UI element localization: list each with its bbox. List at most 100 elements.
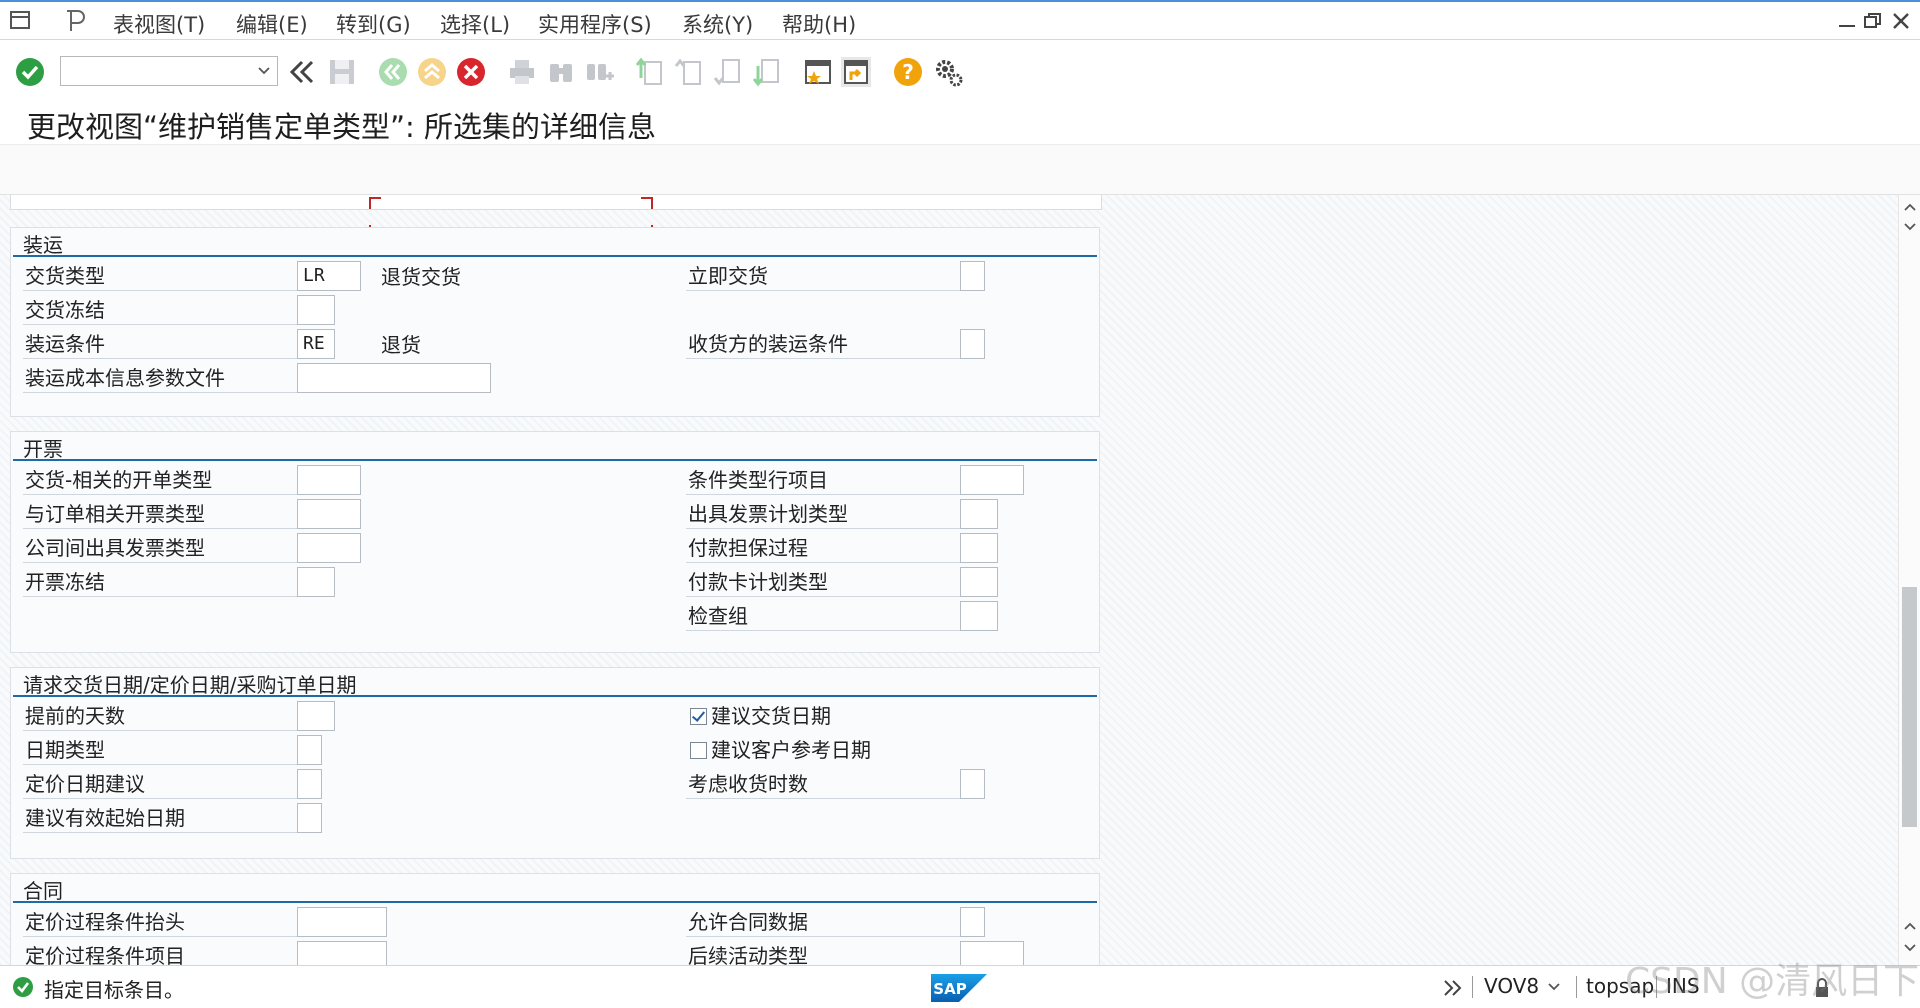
restore-icon[interactable] <box>1862 10 1884 32</box>
condition-type-item-label: 条件类型行项目 <box>686 465 970 495</box>
receiving-times-label: 考虑收货时数 <box>686 769 970 799</box>
payment-card-plan-field[interactable] <box>960 567 998 597</box>
success-check-icon <box>13 977 33 997</box>
group-divider <box>13 695 1097 697</box>
menu-select[interactable]: 选择(L) <box>440 9 510 39</box>
transaction-code: VOV8 <box>1484 974 1540 998</box>
group-title: 开票 <box>23 437 63 461</box>
application-toolbar <box>0 144 1920 195</box>
focus-marker <box>641 197 653 209</box>
propose-customer-reference-date-label: 建议客户参考日期 <box>711 738 871 762</box>
menu-help[interactable]: 帮助(H) <box>782 9 856 39</box>
billing-plan-type-field[interactable] <box>960 499 998 529</box>
pricing-item-label: 定价过程条件项目 <box>23 941 307 965</box>
date-type-field[interactable] <box>297 735 322 765</box>
first-page-icon[interactable] <box>634 56 666 88</box>
back-icon[interactable] <box>377 56 409 88</box>
pricing-item-field[interactable] <box>297 941 387 965</box>
customize-layout-icon[interactable] <box>932 56 964 88</box>
chevron-down-icon[interactable] <box>1546 980 1562 994</box>
allow-contract-data-field[interactable] <box>960 907 985 937</box>
shortcut-icon[interactable] <box>840 56 872 88</box>
pricing-header-label: 定价过程条件抬头 <box>23 907 307 937</box>
exit-icon[interactable] <box>416 56 448 88</box>
immediate-delivery-field[interactable] <box>960 261 985 291</box>
cancel-icon[interactable] <box>455 56 487 88</box>
pricing-date-proposal-field[interactable] <box>297 769 322 799</box>
expand-status-icon[interactable] <box>1442 978 1464 998</box>
menu-utilities[interactable]: 实用程序(S) <box>538 9 652 39</box>
billing-block-field[interactable] <box>297 567 335 597</box>
group-divider <box>13 901 1097 903</box>
command-field[interactable] <box>60 56 278 86</box>
propose-delivery-date-checkbox[interactable] <box>690 708 707 725</box>
propose-customer-reference-date-checkbox[interactable] <box>690 742 707 759</box>
previous-group-bottom <box>10 195 1102 210</box>
menu-goto[interactable]: 转到(G) <box>336 9 411 39</box>
next-page-icon[interactable] <box>712 56 744 88</box>
billing-block-label: 开票冻结 <box>23 567 307 597</box>
close-icon[interactable] <box>1890 10 1912 32</box>
group-title: 请求交货日期/定价日期/采购订单日期 <box>23 673 357 697</box>
valid-from-date-field[interactable] <box>297 803 322 833</box>
scroll-up-icon[interactable] <box>1903 920 1917 932</box>
menu-system[interactable]: 系统(Y) <box>682 9 753 39</box>
last-page-icon[interactable] <box>751 56 783 88</box>
delivery-type-field[interactable]: LR <box>297 261 361 291</box>
chevron-down-icon[interactable] <box>255 61 273 79</box>
find-icon[interactable] <box>545 56 577 88</box>
create-session-icon[interactable] <box>802 56 834 88</box>
scroll-up-icon[interactable] <box>1903 201 1917 213</box>
save-icon[interactable] <box>326 56 358 88</box>
menu-list-icon[interactable] <box>8 8 34 34</box>
check-group-label: 检查组 <box>686 601 970 631</box>
payment-guarantee-field[interactable] <box>960 533 998 563</box>
delivery-block-field[interactable] <box>297 295 335 325</box>
ship-to-conditions-field[interactable] <box>960 329 985 359</box>
help-icon[interactable]: ? <box>892 56 924 88</box>
delivery-block-label: 交货冻结 <box>23 295 307 325</box>
detail-screen: 装运 交货类型 LR 退货交货 立即交货 交货冻结 装运条件 RE 退货 收货方… <box>0 195 1898 965</box>
immediate-delivery-label: 立即交货 <box>686 261 970 291</box>
minimize-icon[interactable] <box>1836 10 1858 32</box>
focus-marker <box>369 197 381 209</box>
status-message[interactable]: 指定目标条目。 <box>44 974 184 1003</box>
follow-up-activity-type-field[interactable] <box>960 941 1024 965</box>
shipping-conditions-label: 装运条件 <box>23 329 307 359</box>
print-icon[interactable] <box>506 56 538 88</box>
scrollbar-thumb[interactable] <box>1902 587 1917 827</box>
order-billing-type-field[interactable] <box>297 499 361 529</box>
previous-page-icon[interactable] <box>673 56 705 88</box>
group-title: 装运 <box>23 233 63 257</box>
group-divider <box>13 255 1097 257</box>
menu-table-view[interactable]: 表视图(T) <box>113 9 205 39</box>
propose-delivery-date-label: 建议交货日期 <box>711 704 831 728</box>
back-double-arrow-icon[interactable] <box>286 56 318 88</box>
enter-check-icon[interactable] <box>14 56 46 88</box>
delivery-billing-type-field[interactable] <box>297 465 361 495</box>
page-title: 更改视图“维护销售定单类型”: 所选集的详细信息 <box>27 110 657 144</box>
group-contract: 合同 定价过程条件抬头 允许合同数据 定价过程条件项目 后续活动类型 <box>10 873 1100 965</box>
svg-text:?: ? <box>902 60 914 84</box>
vertical-scrollbar[interactable] <box>1898 195 1920 965</box>
sap-menu-icon[interactable] <box>62 8 88 34</box>
pricing-header-field[interactable] <box>297 907 387 937</box>
check-group-field[interactable] <box>960 601 998 631</box>
lead-time-days-field[interactable] <box>297 701 335 731</box>
find-next-icon[interactable] <box>584 56 616 88</box>
payment-guarantee-label: 付款担保过程 <box>686 533 970 563</box>
scroll-down-icon[interactable] <box>1903 221 1917 233</box>
group-title: 合同 <box>23 879 63 903</box>
condition-type-item-field[interactable] <box>960 465 1024 495</box>
delivery-billing-type-label: 交货-相关的开单类型 <box>23 465 307 495</box>
menu-edit[interactable]: 编辑(E) <box>236 9 308 39</box>
intercompany-billing-type-field[interactable] <box>297 533 361 563</box>
billing-plan-type-label: 出具发票计划类型 <box>686 499 970 529</box>
receiving-times-field[interactable] <box>960 769 985 799</box>
order-billing-type-label: 与订单相关开票类型 <box>23 499 307 529</box>
shipping-cost-profile-field[interactable] <box>297 363 491 393</box>
shipping-conditions-field[interactable]: RE <box>297 329 335 359</box>
group-shipping: 装运 交货类型 LR 退货交货 立即交货 交货冻结 装运条件 RE 退货 收货方… <box>10 227 1100 417</box>
sap-logo-text: SAP <box>933 980 966 998</box>
standard-toolbar: ? <box>0 40 1920 104</box>
